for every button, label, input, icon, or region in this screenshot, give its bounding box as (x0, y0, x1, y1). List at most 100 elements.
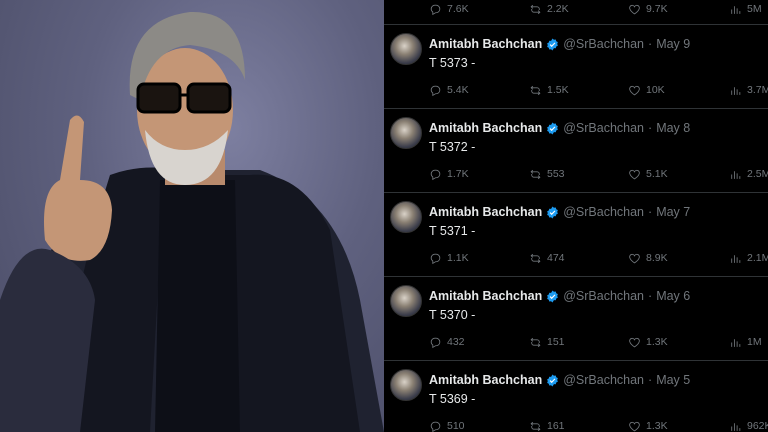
repost-button[interactable]: 1.5K (529, 84, 569, 97)
tweet-date[interactable]: May 9 (656, 37, 690, 51)
repost-count: 474 (547, 252, 565, 264)
tweet-feed: 7.6K 2.2K 9.7K 5M Amitabh Bachchan @SrBa… (384, 0, 768, 432)
author-name[interactable]: Amitabh Bachchan (429, 289, 542, 303)
author-name[interactable]: Amitabh Bachchan (429, 121, 542, 135)
like-button[interactable]: 9.7K (628, 3, 668, 16)
like-button[interactable]: 8.9K (628, 252, 668, 265)
reply-count: 5.4K (447, 84, 469, 96)
tweet[interactable]: Amitabh Bachchan @SrBachchan · May 6 T 5… (384, 277, 768, 360)
verified-badge-icon (547, 38, 559, 50)
tweet-text: T 5372 - (429, 140, 476, 154)
views-button[interactable]: 5M (729, 3, 762, 16)
like-button[interactable]: 1.3K (628, 336, 668, 349)
avatar[interactable] (390, 369, 422, 401)
separator: · (648, 373, 653, 387)
avatar[interactable] (390, 33, 422, 65)
tweet-date[interactable]: May 8 (656, 121, 690, 135)
author-name[interactable]: Amitabh Bachchan (429, 37, 542, 51)
avatar[interactable] (390, 285, 422, 317)
like-count: 10K (646, 84, 665, 96)
author-handle[interactable]: @SrBachchan (563, 373, 644, 387)
author-handle[interactable]: @SrBachchan (563, 289, 644, 303)
author-name[interactable]: Amitabh Bachchan (429, 205, 542, 219)
like-button[interactable]: 1.3K (628, 420, 668, 432)
separator: · (648, 121, 653, 135)
like-count: 9.7K (646, 3, 668, 15)
reply-button[interactable]: 5.4K (429, 84, 469, 97)
verified-badge-icon (547, 122, 559, 134)
views-button[interactable]: 962K (729, 420, 768, 432)
repost-icon (530, 421, 541, 431)
author-name[interactable]: Amitabh Bachchan (429, 373, 542, 387)
reply-button[interactable]: 510 (429, 420, 465, 432)
author-handle[interactable]: @SrBachchan (563, 121, 644, 135)
tweet-text: T 5371 - (429, 224, 476, 238)
verified-badge-icon (547, 206, 559, 218)
views-icon (731, 254, 741, 263)
heart-icon (629, 337, 640, 347)
avatar[interactable] (390, 201, 422, 233)
views-count: 2.1M (747, 252, 768, 264)
views-count: 5M (747, 3, 762, 15)
verified-badge-icon (547, 374, 559, 386)
verified-badge-icon (547, 290, 559, 302)
reply-button[interactable]: 1.1K (429, 252, 469, 265)
reply-button[interactable]: 1.7K (429, 168, 469, 181)
like-count: 1.3K (646, 420, 668, 432)
views-icon (731, 422, 741, 431)
separator: · (648, 37, 653, 51)
top-tweet-actions: 7.6K 2.2K 9.7K 5M (384, 0, 768, 18)
views-count: 2.5M (747, 168, 768, 180)
views-button[interactable]: 2.1M (729, 252, 768, 265)
repost-button[interactable]: 161 (529, 420, 565, 432)
profile-photo (0, 0, 384, 432)
repost-icon (530, 253, 541, 263)
views-button[interactable]: 2.5M (729, 168, 768, 181)
reply-button[interactable]: 7.6K (429, 3, 469, 16)
repost-button[interactable]: 553 (529, 168, 565, 181)
reply-button[interactable]: 432 (429, 336, 465, 349)
views-icon (731, 338, 741, 347)
repost-icon (530, 337, 541, 347)
tweet-text: T 5373 - (429, 56, 476, 70)
tweet-date[interactable]: May 7 (656, 205, 690, 219)
heart-icon (629, 85, 640, 95)
action-row: 432 151 1.3K 1M (384, 334, 768, 350)
action-row: 510 161 1.3K 962K (384, 418, 768, 432)
tweet-header: Amitabh Bachchan @SrBachchan · May 5 (429, 373, 690, 387)
action-row: 7.6K 2.2K 9.7K 5M (384, 1, 768, 17)
tweet-header: Amitabh Bachchan @SrBachchan · May 9 (429, 37, 690, 51)
repost-button[interactable]: 151 (529, 336, 565, 349)
views-icon (731, 86, 741, 95)
views-icon (731, 5, 741, 14)
author-handle[interactable]: @SrBachchan (563, 37, 644, 51)
reply-icon (430, 421, 441, 432)
heart-icon (629, 253, 640, 263)
tweet[interactable]: Amitabh Bachchan @SrBachchan · May 5 T 5… (384, 361, 768, 432)
repost-button[interactable]: 474 (529, 252, 565, 265)
repost-count: 553 (547, 168, 565, 180)
reply-count: 1.7K (447, 168, 469, 180)
repost-count: 151 (547, 336, 565, 348)
avatar[interactable] (390, 117, 422, 149)
reply-icon (430, 85, 441, 96)
tweet[interactable]: Amitabh Bachchan @SrBachchan · May 9 T 5… (384, 25, 768, 108)
like-count: 1.3K (646, 336, 668, 348)
views-button[interactable]: 3.7M (729, 84, 768, 97)
repost-count: 1.5K (547, 84, 569, 96)
tweet[interactable]: Amitabh Bachchan @SrBachchan · May 7 T 5… (384, 193, 768, 276)
reply-count: 1.1K (447, 252, 469, 264)
views-icon (731, 170, 741, 179)
reply-icon (430, 337, 441, 348)
repost-button[interactable]: 2.2K (529, 3, 569, 16)
like-button[interactable]: 10K (628, 84, 665, 97)
like-button[interactable]: 5.1K (628, 168, 668, 181)
author-handle[interactable]: @SrBachchan (563, 205, 644, 219)
like-count: 5.1K (646, 168, 668, 180)
tweet[interactable]: Amitabh Bachchan @SrBachchan · May 8 T 5… (384, 109, 768, 192)
views-button[interactable]: 1M (729, 336, 762, 349)
tweet-text: T 5370 - (429, 308, 476, 322)
repost-count: 2.2K (547, 3, 569, 15)
tweet-date[interactable]: May 5 (656, 373, 690, 387)
tweet-date[interactable]: May 6 (656, 289, 690, 303)
